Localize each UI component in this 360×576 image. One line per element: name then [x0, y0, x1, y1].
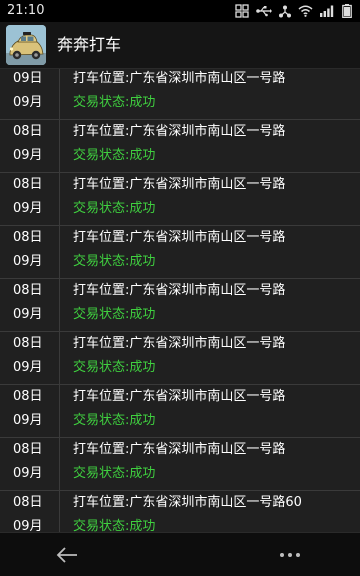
- record-day: 08日: [13, 389, 43, 404]
- record-status: 交易状态:成功: [73, 307, 156, 322]
- record-status: 交易状态:成功: [73, 519, 156, 532]
- taxi-car-icon: [6, 25, 46, 65]
- record-day: 08日: [13, 124, 43, 139]
- record-location: 打车位置:广东省深圳市南山区一号路: [73, 124, 286, 139]
- battery-icon: [342, 4, 352, 18]
- date-column: 09日 09月: [0, 69, 60, 119]
- status-icons: [235, 3, 352, 19]
- record-month: 09月: [13, 201, 43, 216]
- record-location: 打车位置:广东省深圳市南山区一号路: [73, 71, 286, 86]
- date-column: 08日 09月: [0, 332, 60, 384]
- records-list[interactable]: 09日 09月 打车位置:广东省深圳市南山区一号路 交易状态:成功 08日 09…: [0, 69, 360, 532]
- more-options-button[interactable]: [272, 541, 308, 569]
- record-status: 交易状态:成功: [73, 95, 156, 110]
- record-day: 08日: [13, 283, 43, 298]
- back-button[interactable]: [50, 541, 84, 569]
- record-month: 09月: [13, 466, 43, 481]
- record-day: 08日: [13, 177, 43, 192]
- more-dots-icon: [280, 553, 300, 557]
- list-item[interactable]: 08日 09月 打车位置:广东省深圳市南山区一号路 交易状态:成功: [0, 385, 360, 438]
- list-item[interactable]: 08日 09月 打车位置:广东省深圳市南山区一号路 交易状态:成功: [0, 226, 360, 279]
- date-column: 08日 09月: [0, 120, 60, 172]
- date-column: 08日 09月: [0, 491, 60, 532]
- app-bar: 奔奔打车: [0, 22, 360, 69]
- record-month: 09月: [13, 307, 43, 322]
- date-column: 08日 09月: [0, 385, 60, 437]
- date-column: 08日 09月: [0, 279, 60, 331]
- signal-icon: [320, 5, 334, 17]
- list-item[interactable]: 08日 09月 打车位置:广东省深圳市南山区一号路 交易状态:成功: [0, 332, 360, 385]
- record-status: 交易状态:成功: [73, 201, 156, 216]
- record-location: 打车位置:广东省深圳市南山区一号路: [73, 283, 286, 298]
- record-location: 打车位置:广东省深圳市南山区一号路: [73, 177, 286, 192]
- record-day: 08日: [13, 230, 43, 245]
- record-day: 08日: [13, 442, 43, 457]
- record-day: 09日: [13, 71, 43, 86]
- record-status: 交易状态:成功: [73, 360, 156, 375]
- record-month: 09月: [13, 413, 43, 428]
- date-column: 08日 09月: [0, 438, 60, 490]
- date-column: 08日 09月: [0, 173, 60, 225]
- record-month: 09月: [13, 360, 43, 375]
- record-location: 打车位置:广东省深圳市南山区一号路: [73, 389, 286, 404]
- date-column: 08日 09月: [0, 226, 60, 278]
- record-month: 09月: [13, 519, 43, 532]
- list-item[interactable]: 08日 09月 打车位置:广东省深圳市南山区一号路 交易状态:成功: [0, 438, 360, 491]
- record-location: 打车位置:广东省深圳市南山区一号路60: [73, 495, 302, 510]
- usb-icon: [256, 6, 272, 17]
- record-day: 08日: [13, 495, 43, 510]
- wifi-icon: [298, 5, 313, 17]
- record-location: 打车位置:广东省深圳市南山区一号路: [73, 336, 286, 351]
- share-icon: [279, 5, 291, 17]
- record-location: 打车位置:广东省深圳市南山区一号路: [73, 230, 286, 245]
- record-location: 打车位置:广东省深圳市南山区一号路: [73, 442, 286, 457]
- list-item[interactable]: 08日 09月 打车位置:广东省深圳市南山区一号路 交易状态:成功: [0, 120, 360, 173]
- list-item[interactable]: 08日 09月 打车位置:广东省深圳市南山区一号路60 交易状态:成功: [0, 491, 360, 532]
- record-month: 09月: [13, 95, 43, 110]
- status-time: 21:10: [7, 3, 45, 18]
- status-bar: 21:10: [0, 0, 360, 22]
- list-item[interactable]: 09日 09月 打车位置:广东省深圳市南山区一号路 交易状态:成功: [0, 69, 360, 120]
- page-title: 奔奔打车: [57, 35, 122, 54]
- back-arrow-icon: [56, 547, 77, 563]
- record-status: 交易状态:成功: [73, 413, 156, 428]
- record-status: 交易状态:成功: [73, 148, 156, 163]
- list-item[interactable]: 08日 09月 打车位置:广东省深圳市南山区一号路 交易状态:成功: [0, 173, 360, 226]
- screen: 21:10 奔奔打车 09日 09月 打车位置:广东省深圳市南山区一号路 交易状…: [0, 0, 360, 576]
- record-day: 08日: [13, 336, 43, 351]
- record-month: 09月: [13, 148, 43, 163]
- navigation-bar: [0, 532, 360, 576]
- record-status: 交易状态:成功: [73, 254, 156, 269]
- record-status: 交易状态:成功: [73, 466, 156, 481]
- screen-capture-icon: [235, 4, 249, 18]
- list-item[interactable]: 08日 09月 打车位置:广东省深圳市南山区一号路 交易状态:成功: [0, 279, 360, 332]
- record-month: 09月: [13, 254, 43, 269]
